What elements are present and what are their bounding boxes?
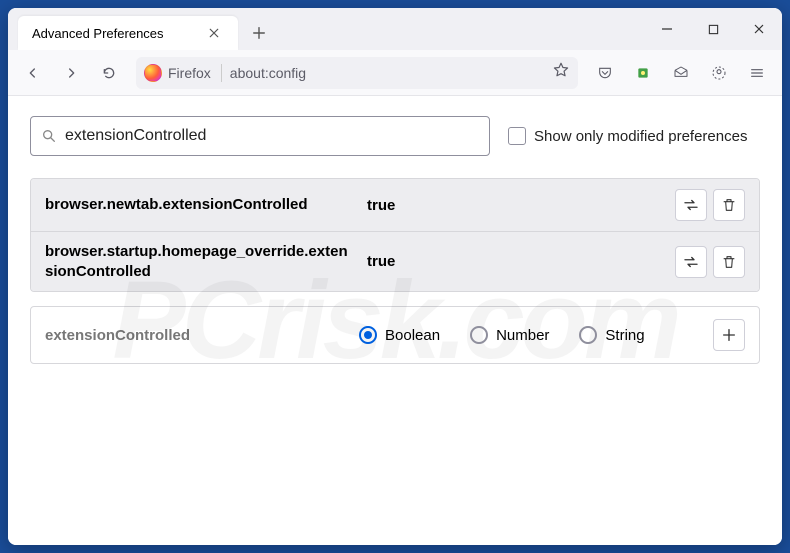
page-content: PCrisk.com Show only modified preference…	[8, 96, 782, 545]
identity-label: Firefox	[168, 65, 211, 81]
new-pref-row: extensionControlled Boolean Number Strin…	[30, 306, 760, 364]
plus-icon	[721, 327, 737, 343]
radio-label: String	[605, 327, 644, 344]
back-button[interactable]	[16, 57, 50, 89]
add-pref-button[interactable]	[713, 319, 745, 351]
pref-name: browser.newtab.extensionControlled	[45, 195, 355, 215]
radio-icon	[359, 326, 377, 344]
url-text: about:config	[230, 65, 544, 81]
toggle-button[interactable]	[675, 246, 707, 278]
pref-table: browser.newtab.extensionControlled true …	[30, 178, 760, 292]
window-controls	[644, 8, 782, 50]
search-row: Show only modified preferences	[30, 116, 760, 156]
firefox-icon	[144, 64, 162, 82]
forward-button[interactable]	[54, 57, 88, 89]
search-icon	[41, 128, 57, 144]
window-maximize-button[interactable]	[690, 8, 736, 50]
radio-label: Number	[496, 327, 549, 344]
pref-row[interactable]: browser.newtab.extensionControlled true	[31, 179, 759, 231]
radio-icon	[579, 326, 597, 344]
pref-row[interactable]: browser.startup.homepage_override.extens…	[31, 231, 759, 291]
site-identity[interactable]: Firefox	[144, 64, 222, 82]
delete-button[interactable]	[713, 246, 745, 278]
app-window: Advanced Preferences	[8, 8, 782, 545]
app-menu-button[interactable]	[740, 57, 774, 89]
bookmark-star-button[interactable]	[552, 61, 570, 84]
modified-only-toggle[interactable]: Show only modified preferences	[508, 127, 747, 145]
browser-tab[interactable]: Advanced Preferences	[18, 16, 238, 50]
reload-button[interactable]	[92, 57, 126, 89]
toggle-icon	[682, 196, 700, 214]
account-button[interactable]	[702, 57, 736, 89]
checkbox-icon	[508, 127, 526, 145]
pref-search-input[interactable]	[65, 127, 479, 145]
delete-button[interactable]	[713, 189, 745, 221]
window-close-button[interactable]	[736, 8, 782, 50]
toggle-button[interactable]	[675, 189, 707, 221]
radio-label: Boolean	[385, 327, 440, 344]
pref-value: true	[367, 197, 663, 214]
extension-button[interactable]	[626, 57, 660, 89]
titlebar: Advanced Preferences	[8, 8, 782, 50]
type-radio-number[interactable]: Number	[470, 326, 549, 344]
pref-value: true	[367, 253, 663, 270]
new-tab-button[interactable]	[244, 18, 274, 48]
mail-button[interactable]	[664, 57, 698, 89]
pref-row-actions	[675, 189, 745, 221]
new-pref-name: extensionControlled	[45, 327, 345, 344]
tab-close-button[interactable]	[204, 23, 224, 43]
pref-row-actions	[675, 246, 745, 278]
toggle-icon	[682, 253, 700, 271]
trash-icon	[721, 197, 737, 213]
modified-only-label: Show only modified preferences	[534, 128, 747, 145]
pref-name: browser.startup.homepage_override.extens…	[45, 242, 355, 281]
type-radio-boolean[interactable]: Boolean	[359, 326, 440, 344]
navigation-toolbar: Firefox about:config	[8, 50, 782, 96]
radio-icon	[470, 326, 488, 344]
pocket-button[interactable]	[588, 57, 622, 89]
type-radio-string[interactable]: String	[579, 326, 644, 344]
window-minimize-button[interactable]	[644, 8, 690, 50]
pref-search-box[interactable]	[30, 116, 490, 156]
address-bar[interactable]: Firefox about:config	[136, 57, 578, 89]
type-radio-group: Boolean Number String	[359, 326, 699, 344]
trash-icon	[721, 254, 737, 270]
tab-title: Advanced Preferences	[32, 26, 164, 41]
